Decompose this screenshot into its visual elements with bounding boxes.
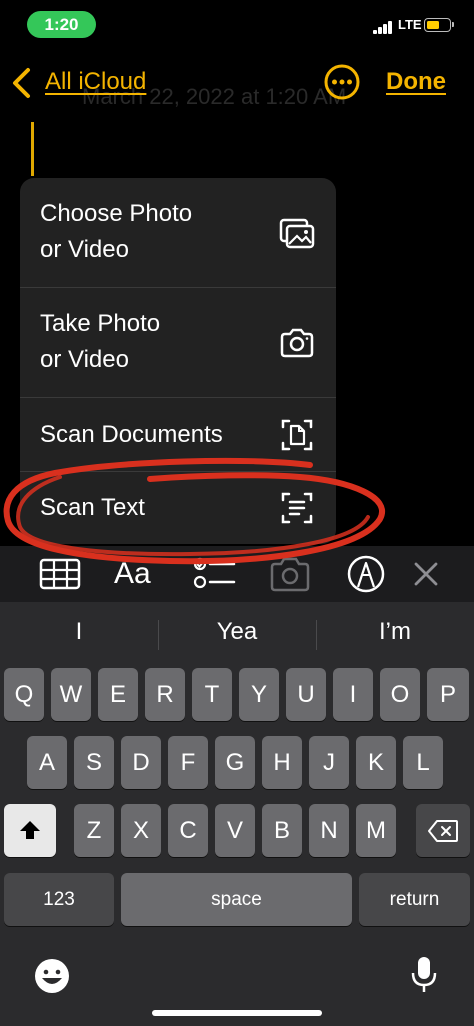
- predictive-bar: I Yea I’m: [0, 602, 474, 664]
- shift-key[interactable]: [4, 804, 56, 857]
- status-bar: 1:20 LTE: [0, 0, 474, 46]
- status-time: 1:20: [27, 11, 96, 38]
- menu-item-label: or Video: [40, 346, 129, 373]
- home-indicator[interactable]: [152, 1010, 322, 1016]
- return-key[interactable]: return: [359, 873, 470, 926]
- key-u[interactable]: U: [286, 668, 326, 721]
- camera-icon: [280, 328, 314, 358]
- close-icon[interactable]: [404, 554, 448, 594]
- key-t[interactable]: T: [192, 668, 232, 721]
- key-o[interactable]: O: [380, 668, 420, 721]
- backspace-key[interactable]: [416, 804, 470, 857]
- key-x[interactable]: X: [121, 804, 161, 857]
- battery-level: [426, 20, 439, 29]
- camera-icon[interactable]: [268, 554, 312, 594]
- table-icon[interactable]: [38, 554, 82, 594]
- markup-icon[interactable]: [344, 554, 388, 594]
- key-f[interactable]: F: [168, 736, 208, 789]
- key-q[interactable]: Q: [4, 668, 44, 721]
- back-button[interactable]: All iCloud: [45, 68, 146, 96]
- menu-item-choose-photo[interactable]: Choose Photo or Video: [20, 178, 336, 288]
- key-a[interactable]: A: [27, 736, 67, 789]
- key-j[interactable]: J: [309, 736, 349, 789]
- more-options-icon[interactable]: [324, 64, 360, 100]
- note-toolbar: Aa: [0, 546, 474, 602]
- key-m[interactable]: M: [356, 804, 396, 857]
- key-c[interactable]: C: [168, 804, 208, 857]
- format-button[interactable]: Aa: [114, 554, 158, 594]
- menu-item-scan-documents[interactable]: Scan Documents: [20, 398, 336, 472]
- key-d[interactable]: D: [121, 736, 161, 789]
- text-cursor: [31, 122, 34, 176]
- key-g[interactable]: G: [215, 736, 255, 789]
- battery-tip: [452, 22, 454, 27]
- checklist-icon[interactable]: [192, 554, 236, 594]
- key-i[interactable]: I: [333, 668, 373, 721]
- key-v[interactable]: V: [215, 804, 255, 857]
- nav-bar: All iCloud Done: [0, 56, 474, 108]
- key-b[interactable]: B: [262, 804, 302, 857]
- suggestion-item[interactable]: I: [0, 618, 158, 646]
- menu-item-label: Take Photo: [40, 310, 161, 337]
- scan-text-icon: [281, 492, 313, 524]
- menu-item-scan-text[interactable]: Scan Text: [20, 472, 336, 544]
- menu-item-label: Scan Documents: [40, 421, 223, 448]
- photo-library-icon: [279, 218, 315, 249]
- key-s[interactable]: S: [74, 736, 114, 789]
- suggestion-item[interactable]: I’m: [316, 618, 474, 646]
- network-type: LTE: [398, 17, 422, 32]
- menu-item-label: Choose Photo: [40, 200, 193, 227]
- key-n[interactable]: N: [309, 804, 349, 857]
- space-key[interactable]: space: [121, 873, 352, 926]
- chevron-left-icon[interactable]: [10, 66, 34, 100]
- key-w[interactable]: W: [51, 668, 91, 721]
- done-button[interactable]: Done: [386, 68, 446, 96]
- key-y[interactable]: Y: [239, 668, 279, 721]
- key-l[interactable]: L: [403, 736, 443, 789]
- key-p[interactable]: P: [427, 668, 469, 721]
- battery-icon: [424, 18, 451, 32]
- key-k[interactable]: K: [356, 736, 396, 789]
- key-z[interactable]: Z: [74, 804, 114, 857]
- key-e[interactable]: E: [98, 668, 138, 721]
- key-r[interactable]: R: [145, 668, 185, 721]
- cellular-signal-icon: [373, 21, 393, 34]
- menu-item-label: or Video: [40, 236, 129, 263]
- scan-document-icon: [281, 419, 313, 451]
- shift-icon: [20, 821, 40, 839]
- suggestion-item[interactable]: Yea: [158, 618, 316, 646]
- key-h[interactable]: H: [262, 736, 302, 789]
- menu-item-label: Scan Text: [40, 494, 145, 521]
- emoji-icon[interactable]: [32, 956, 72, 996]
- backspace-icon: [428, 820, 458, 842]
- keyboard: I Yea I’m Q W E R T Y U I O P A S D F G …: [0, 602, 474, 1026]
- numbers-key[interactable]: 123: [4, 873, 114, 926]
- camera-menu: Choose Photo or Video Take Photo or Vide…: [20, 178, 336, 544]
- menu-item-take-photo[interactable]: Take Photo or Video: [20, 288, 336, 398]
- microphone-icon[interactable]: [404, 954, 444, 994]
